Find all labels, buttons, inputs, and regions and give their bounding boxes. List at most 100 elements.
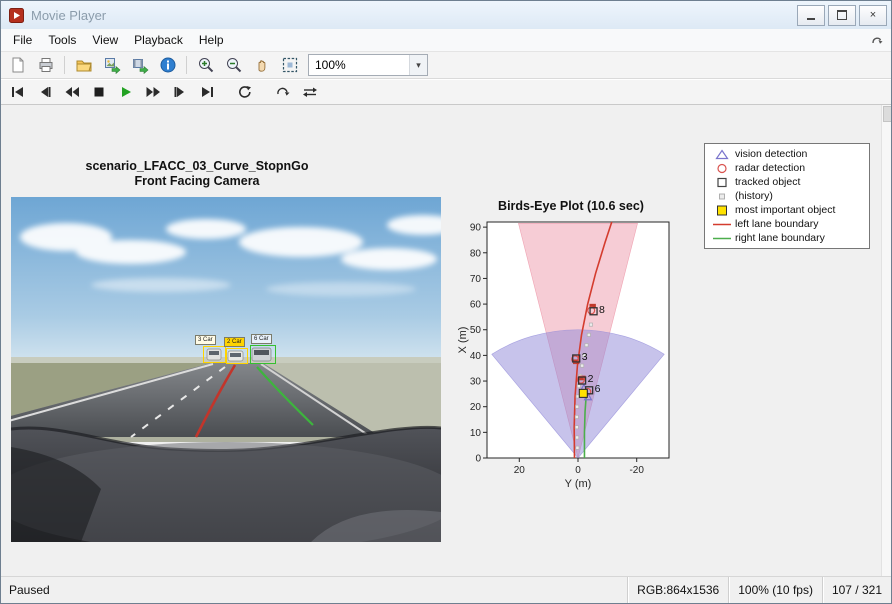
- history-icon: [711, 191, 733, 202]
- menu-help[interactable]: Help: [191, 31, 232, 49]
- svg-text:20: 20: [470, 402, 482, 413]
- camera-scene: [11, 197, 441, 542]
- zoom-in-button[interactable]: [192, 53, 219, 77]
- info-icon: [159, 56, 177, 74]
- zoom-level-combobox[interactable]: 100% ▾: [308, 54, 428, 76]
- right-lane-boundary-icon: [711, 233, 733, 244]
- birdseye-plot-svg: 38260102030405060708090200-20Y (m)X (m): [456, 213, 678, 499]
- vertical-scrollbar[interactable]: [881, 105, 891, 577]
- svg-text:20: 20: [514, 465, 526, 476]
- export-video-icon: [131, 56, 149, 74]
- export-image-icon: [103, 56, 121, 74]
- fast-forward-button[interactable]: [140, 80, 166, 103]
- vehicle-tag-2: 2 Car: [224, 337, 245, 347]
- svg-text:10: 10: [470, 428, 482, 439]
- open-button[interactable]: [70, 53, 97, 77]
- step-forward-icon: [172, 86, 188, 98]
- repeat-button[interactable]: [232, 80, 258, 103]
- legend-item-vision: vision detection: [709, 147, 865, 161]
- svg-text:0: 0: [575, 465, 581, 476]
- new-file-icon: [9, 56, 27, 74]
- repeat-icon: [237, 85, 253, 99]
- rewind-icon: [64, 86, 80, 98]
- rewind-button[interactable]: [59, 80, 85, 103]
- playback-mode-button[interactable]: [270, 80, 296, 103]
- camera-title-line2: Front Facing Camera: [1, 174, 393, 189]
- legend-item-radar: radar detection: [709, 161, 865, 175]
- legend-item-right-lane: right lane boundary: [709, 231, 865, 245]
- goto-last-frame-button[interactable]: [194, 80, 220, 103]
- minimize-button[interactable]: [797, 5, 825, 26]
- scrollbar-thumb[interactable]: [883, 106, 892, 122]
- first-frame-icon: [10, 86, 26, 98]
- step-forward-button[interactable]: [167, 80, 193, 103]
- window-title: Movie Player: [31, 8, 797, 23]
- menubar: File Tools View Playback Help: [1, 29, 891, 52]
- pan-hand-icon: [253, 56, 271, 74]
- play-button[interactable]: [113, 80, 139, 103]
- tracked-object-icon: [711, 177, 733, 188]
- vision-bbox-2: [226, 348, 248, 364]
- svg-text:Y (m): Y (m): [565, 478, 592, 490]
- svg-text:70: 70: [470, 274, 482, 285]
- zoom-out-button[interactable]: [220, 53, 247, 77]
- maximize-button[interactable]: [828, 5, 856, 26]
- menu-tools[interactable]: Tools: [40, 31, 84, 49]
- front-facing-camera-view: 3 Car 2 Car 6 Car: [11, 197, 441, 542]
- print-icon: [37, 56, 55, 74]
- vision-bbox-3: [250, 345, 276, 364]
- fliprepeat-button[interactable]: [297, 80, 323, 103]
- svg-text:90: 90: [470, 223, 482, 234]
- export-image-button[interactable]: [98, 53, 125, 77]
- step-back-button[interactable]: [32, 80, 58, 103]
- maximize-icon: [837, 10, 847, 20]
- undock-arrow-icon[interactable]: [871, 34, 885, 46]
- left-lane-boundary-icon: [711, 219, 733, 230]
- vision-bbox-1: [203, 346, 226, 363]
- new-button[interactable]: [4, 53, 31, 77]
- print-button[interactable]: [32, 53, 59, 77]
- camera-title: scenario_LFACC_03_Curve_StopnGo Front Fa…: [1, 159, 393, 189]
- pan-button[interactable]: [248, 53, 275, 77]
- combobox-dropdown-icon[interactable]: ▾: [409, 55, 427, 75]
- menu-file[interactable]: File: [5, 31, 40, 49]
- statusbar: Paused RGB:864x1536 100% (10 fps) 107 / …: [1, 576, 891, 603]
- svg-text:30: 30: [470, 377, 482, 388]
- zoom-level-value: 100%: [309, 58, 409, 72]
- svg-text:8: 8: [599, 304, 605, 316]
- minimize-icon: [807, 18, 815, 20]
- play-icon: [118, 86, 134, 98]
- svg-text:-20: -20: [629, 465, 644, 476]
- svg-text:40: 40: [470, 351, 482, 362]
- close-icon: ×: [870, 9, 876, 21]
- svg-text:2: 2: [588, 373, 594, 385]
- main-toolbar: 100% ▾: [1, 52, 891, 79]
- fit-to-view-button[interactable]: [276, 53, 303, 77]
- loop-mode-icon: [275, 85, 291, 99]
- step-back-icon: [37, 86, 53, 98]
- svg-text:0: 0: [475, 454, 481, 465]
- menu-playback[interactable]: Playback: [126, 31, 191, 49]
- goto-first-frame-button[interactable]: [5, 80, 31, 103]
- plot-legend: vision detection radar detection tracked…: [704, 143, 870, 249]
- camera-title-line1: scenario_LFACC_03_Curve_StopnGo: [1, 159, 393, 174]
- svg-text:60: 60: [470, 300, 482, 311]
- exchange-arrows-icon: [302, 86, 318, 98]
- movie-player-window: Movie Player × File Tools View Playback …: [0, 0, 892, 604]
- app-icon: [9, 8, 24, 23]
- status-fps: 100% (10 fps): [728, 577, 822, 603]
- viewer-area: scenario_LFACC_03_Curve_StopnGo Front Fa…: [1, 105, 891, 577]
- menu-view[interactable]: View: [84, 31, 126, 49]
- most-important-object-icon: [711, 205, 733, 216]
- stop-button[interactable]: [86, 80, 112, 103]
- svg-text:80: 80: [470, 248, 482, 259]
- playback-toolbar: [1, 79, 891, 105]
- svg-text:50: 50: [470, 325, 482, 336]
- vision-detection-icon: [711, 149, 733, 160]
- info-button[interactable]: [154, 53, 181, 77]
- vehicle-tag-1: 3 Car: [195, 335, 216, 345]
- export-video-button[interactable]: [126, 53, 153, 77]
- close-button[interactable]: ×: [859, 5, 887, 26]
- legend-item-history: (history): [709, 189, 865, 203]
- titlebar: Movie Player ×: [1, 1, 891, 29]
